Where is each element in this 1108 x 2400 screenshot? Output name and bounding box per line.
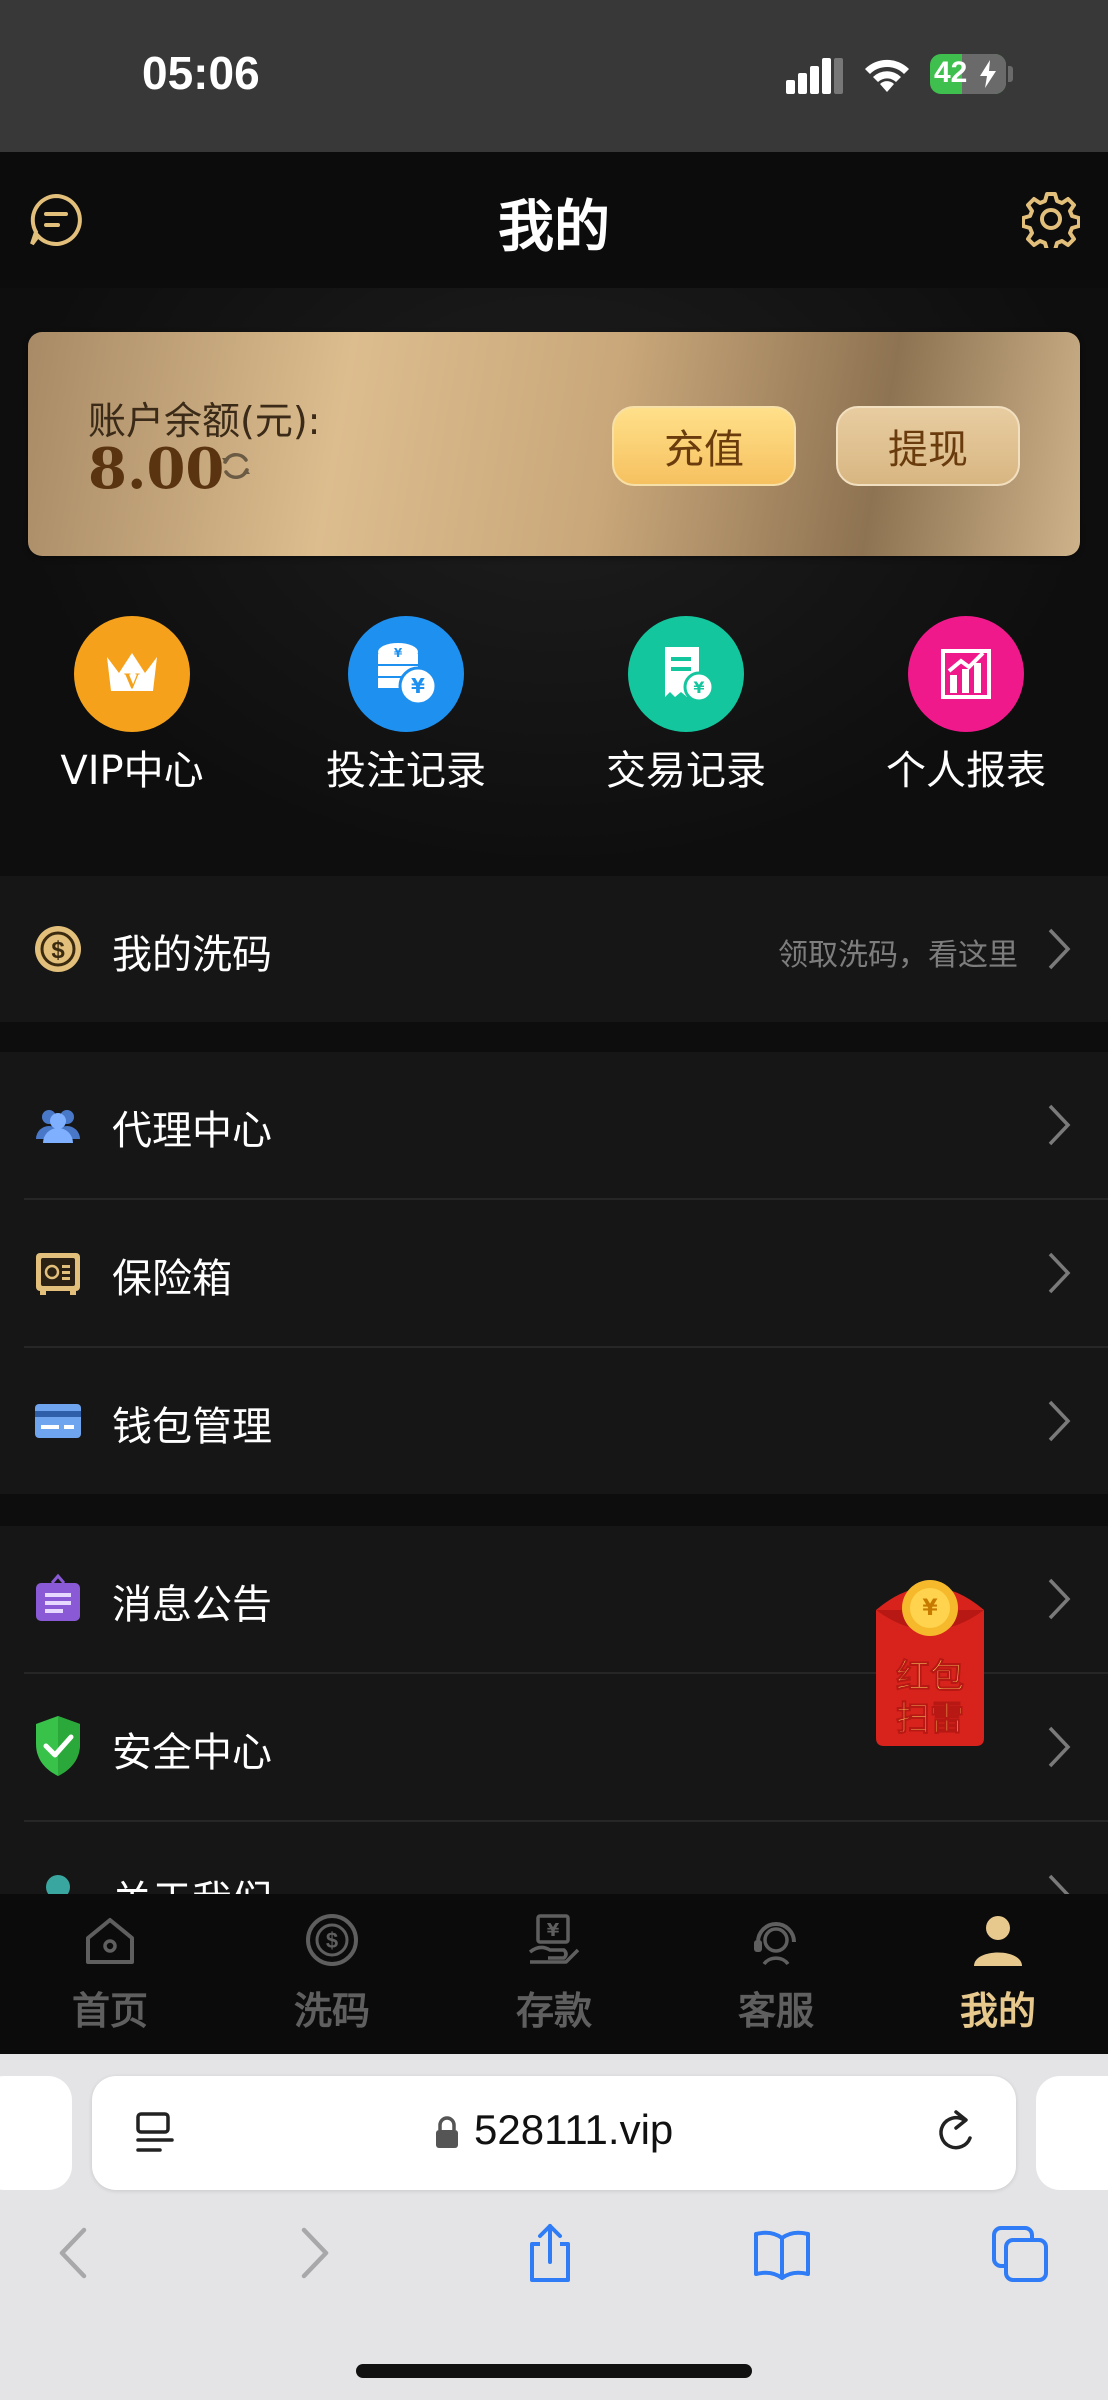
svg-text:¥: ¥ [693, 678, 704, 697]
chevron-right-icon [1048, 1400, 1071, 1442]
quick-action-transactions[interactable]: ¥ 交易记录 [566, 616, 806, 796]
tab-label: 客服 [737, 1989, 814, 2033]
recharge-button[interactable]: 充值 [612, 406, 796, 486]
signal-icon [786, 58, 843, 94]
reload-icon[interactable] [934, 2108, 980, 2156]
row-rebate[interactable]: $ 我的洗码 领取洗码，看这里 [0, 876, 1108, 1022]
chevron-right-icon [1048, 1104, 1071, 1146]
row-about-us[interactable]: 关于我们 [0, 1822, 1108, 1894]
row-hint: 领取洗码，看这里 [778, 938, 1018, 973]
tab-rebate[interactable]: $ 洗码 [242, 1912, 422, 2042]
svg-text:$: $ [326, 1928, 338, 1953]
refresh-icon[interactable] [218, 448, 254, 484]
tab-deposit[interactable]: ¥ 存款 [464, 1912, 644, 2042]
red-packet-float-button[interactable]: ¥ 红包 扫雷 [868, 1570, 992, 1750]
chevron-right-icon [1048, 928, 1071, 970]
deposit-icon: ¥ [528, 1914, 580, 1964]
red-packet-line2: 扫雷 [896, 1699, 964, 1739]
svg-text:V: V [124, 668, 140, 693]
tab-label: 存款 [515, 1989, 592, 2033]
battery-cap [1008, 66, 1013, 82]
tabs-icon[interactable] [990, 2222, 1050, 2284]
tab-home[interactable]: 首页 [20, 1912, 200, 2042]
quick-action-label: 投注记录 [326, 748, 486, 794]
previous-tab-preview[interactable] [0, 2076, 72, 2190]
row-wallet-management[interactable]: 钱包管理 [0, 1348, 1108, 1494]
chevron-right-icon [1048, 1252, 1071, 1294]
quick-action-vip[interactable]: V VIP中心 [12, 616, 252, 796]
support-agent-icon [754, 1922, 796, 1966]
back-icon[interactable] [44, 2222, 104, 2284]
bookmarks-icon[interactable] [752, 2222, 812, 2284]
tab-label: 首页 [71, 1989, 148, 2033]
status-time: 05:06 [142, 47, 260, 99]
page-title: 我的 [498, 195, 610, 260]
quick-action-label: 个人报表 [886, 748, 1046, 794]
battery-percent: 42 [934, 56, 968, 89]
row-label: 关于我们 [112, 1868, 272, 1894]
balance-value: 8.00 [88, 436, 225, 502]
vip-crown-icon: V [74, 616, 190, 732]
row-label: 消息公告 [112, 1582, 272, 1628]
gear-icon[interactable] [1022, 190, 1080, 248]
svg-text:¥: ¥ [394, 646, 403, 660]
svg-text:¥: ¥ [411, 674, 425, 698]
svg-text:¥: ¥ [547, 1920, 560, 1941]
home-indicator [356, 2364, 752, 2378]
tab-label: 洗码 [293, 1989, 370, 2033]
users-icon [36, 1110, 80, 1143]
charging-bolt-icon [980, 60, 996, 88]
safe-icon [36, 1253, 80, 1295]
next-tab-preview[interactable] [1036, 2076, 1108, 2190]
tab-label: 我的 [959, 1989, 1036, 2033]
chevron-right-icon [1048, 1874, 1070, 1894]
url-text[interactable]: 528111.vip [474, 2106, 673, 2154]
home-icon [86, 1918, 134, 1964]
forward-icon[interactable] [284, 2222, 344, 2284]
tab-support[interactable]: 客服 [686, 1912, 866, 2042]
chevron-right-icon [1048, 1726, 1071, 1768]
bar-chart-icon [908, 616, 1024, 732]
shield-check-icon [36, 1716, 80, 1776]
coin-dollar-icon: $ [35, 926, 81, 972]
battery-icon: 42 [930, 54, 1006, 94]
wallet-card-icon [35, 1404, 81, 1438]
chevron-right-icon [1048, 1578, 1071, 1620]
share-icon[interactable] [520, 2222, 580, 2284]
row-label: 我的洗码 [112, 932, 272, 978]
svg-text:$: $ [51, 937, 65, 964]
wifi-icon [865, 59, 909, 92]
tab-mine[interactable]: 我的 [908, 1912, 1088, 2042]
quick-action-label: 交易记录 [606, 748, 766, 794]
row-agent-center[interactable]: 代理中心 [0, 1052, 1108, 1198]
red-packet-line1: 红包 [896, 1657, 964, 1697]
reader-mode-icon[interactable] [134, 2110, 178, 2158]
row-label: 钱包管理 [112, 1404, 272, 1450]
row-label: 保险箱 [112, 1256, 232, 1302]
svg-text:¥: ¥ [922, 1596, 938, 1621]
quick-action-label: VIP中心 [60, 748, 204, 794]
quick-action-report[interactable]: 个人报表 [846, 616, 1086, 796]
receipt-icon: ¥ [628, 616, 744, 732]
row-label: 代理中心 [112, 1108, 272, 1154]
row-label: 安全中心 [112, 1730, 272, 1776]
coins-stack-icon: ¥ ¥ [348, 616, 464, 732]
user-icon [974, 1916, 1022, 1966]
dollar-target-icon: $ [306, 1914, 358, 1966]
quick-action-bets[interactable]: ¥ ¥ 投注记录 [286, 616, 526, 796]
red-envelope-icon: ¥ 红包 扫雷 [876, 1580, 984, 1746]
about-icon [46, 1875, 70, 1894]
withdraw-button[interactable]: 提现 [836, 406, 1020, 486]
lock-icon [436, 2116, 458, 2148]
notice-icon [36, 1573, 80, 1621]
row-safe-box[interactable]: 保险箱 [0, 1200, 1108, 1346]
